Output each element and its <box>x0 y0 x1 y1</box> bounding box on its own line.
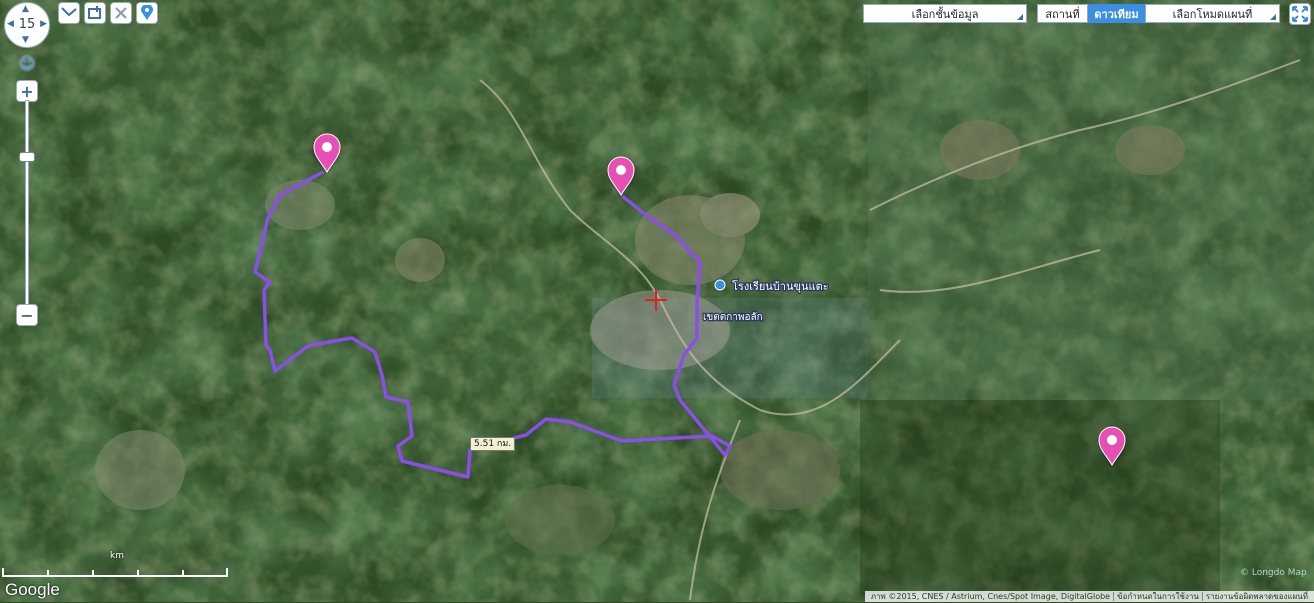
pan-control[interactable]: ▲ ▼ ◀ ▶ 15 <box>4 2 50 48</box>
fullscreen-button[interactable] <box>1289 3 1311 25</box>
zoom-in-button[interactable]: + <box>16 80 38 102</box>
map-watermark: © Longdo Map <box>1240 568 1307 578</box>
zoom-slider[interactable] <box>25 100 29 305</box>
imagery-tile <box>860 400 1220 595</box>
map-mode-select-label: เลือกโหมดแผนที่ <box>1172 7 1253 21</box>
distance-label: 5.51 กม. <box>470 437 516 451</box>
satellite-map[interactable]: โรงเรียนบ้านขุนแตะ เขตตกาพอลัก <box>0 0 1314 602</box>
layer-select[interactable]: เลือกชั้นข้อมูล <box>863 4 1027 23</box>
dropdown-arrow-icon <box>1270 14 1276 20</box>
ruler-icon <box>61 7 77 17</box>
tab-station[interactable]: สถานที่ <box>1037 4 1088 23</box>
google-logo[interactable]: Google <box>5 580 60 600</box>
zoom-slider-handle[interactable] <box>19 152 35 162</box>
imagery-credit: ภาพ ©2015, CNES / Astrium, Cnes/Spot Ima… <box>870 592 1111 601</box>
tab-satellite[interactable]: ดาวเทียม <box>1088 4 1145 23</box>
layer-select-label: เลือกชั้นข้อมูล <box>911 7 979 21</box>
map-mode-select[interactable]: เลือกโหมดแผนที่ <box>1145 4 1280 23</box>
zoom-level: 15 <box>18 17 36 32</box>
school-pin-icon <box>714 279 726 291</box>
zoom-out-button[interactable]: − <box>16 304 38 326</box>
plus-icon: + <box>20 81 34 101</box>
area-icon <box>88 6 101 19</box>
measure-line-button[interactable] <box>58 2 80 24</box>
street-view-icon[interactable]: ☺ <box>17 54 37 74</box>
attribution-bar: ภาพ ©2015, CNES / Astrium, Cnes/Spot Ima… <box>864 590 1314 603</box>
pan-down-icon[interactable]: ▼ <box>22 36 29 45</box>
place-label-temple: เขตตกาพอลัก <box>703 312 763 323</box>
add-marker-button[interactable] <box>136 2 158 24</box>
pan-up-icon[interactable]: ▲ <box>22 5 29 14</box>
fullscreen-icon <box>1292 6 1308 22</box>
report-error-link[interactable]: รายงานข้อผิดพลาดของแผนที่ <box>1203 590 1311 603</box>
clear-button[interactable] <box>110 2 132 24</box>
terms-link[interactable]: ข้อกำหนดในการใช้งาน <box>1114 590 1202 603</box>
place-label-school: โรงเรียนบ้านขุนแตะ <box>732 279 829 293</box>
scale-unit: km <box>110 551 124 561</box>
pin-icon <box>141 5 153 20</box>
minus-icon: − <box>20 305 34 325</box>
close-icon <box>115 7 127 19</box>
measure-area-button[interactable] <box>84 2 106 24</box>
dropdown-arrow-icon <box>1017 14 1023 20</box>
